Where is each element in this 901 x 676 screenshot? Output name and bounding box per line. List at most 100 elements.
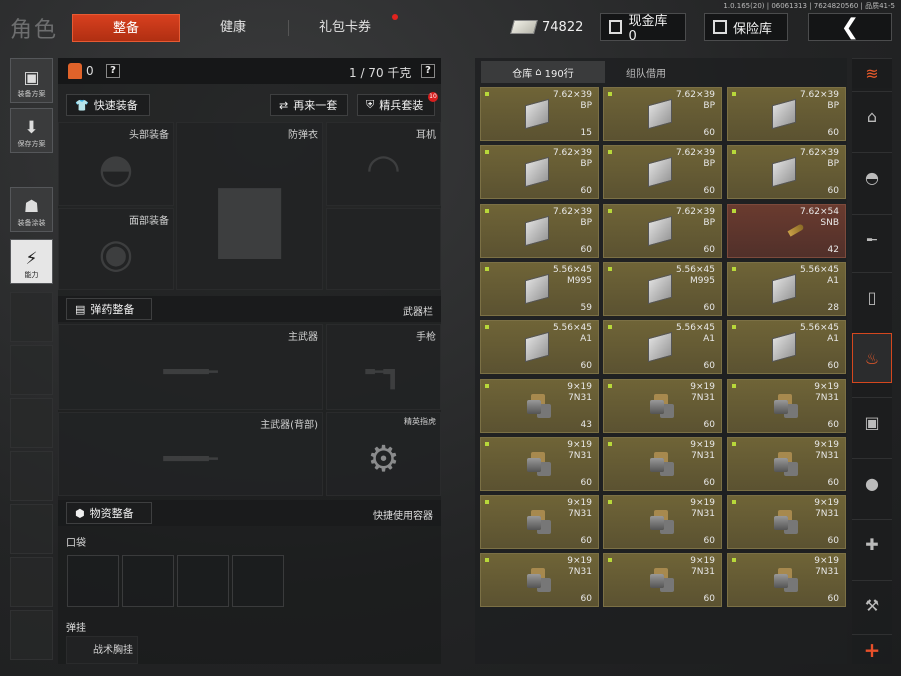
ammo-item[interactable]: 9×19 7N31 60 bbox=[727, 553, 846, 607]
ammo-count: 60 bbox=[827, 478, 839, 488]
armor-slot[interactable]: 防弹衣 ▆ bbox=[176, 122, 323, 290]
ammo-item[interactable]: 7.62×39 BP 60 bbox=[480, 204, 599, 258]
magazine-icon[interactable]: ▯ bbox=[852, 272, 892, 322]
home-icon[interactable]: ⌂ bbox=[852, 91, 892, 141]
ammo-item[interactable]: 7.62×39 BP 60 bbox=[480, 145, 599, 199]
quality-dot bbox=[485, 384, 489, 388]
ammo-item[interactable]: 7.62×39 BP 60 bbox=[603, 204, 722, 258]
ability-label: 能力 bbox=[24, 271, 39, 279]
help-icon[interactable]: ? bbox=[106, 64, 120, 78]
ammo-item[interactable]: 9×19 7N31 60 bbox=[727, 495, 846, 549]
stack-icon[interactable]: ≋ bbox=[852, 58, 892, 88]
safe-vault-button[interactable]: 保险库 bbox=[704, 13, 788, 41]
ammo-item[interactable]: 9×19 7N31 60 bbox=[603, 437, 722, 491]
primary-back-slot[interactable]: 主武器(背部) ━━╾ bbox=[58, 412, 323, 496]
supply-prepare-button[interactable]: ⬢ 物资整备 bbox=[66, 502, 152, 524]
ammo-item[interactable]: 5.56×45 M995 60 bbox=[603, 262, 722, 316]
rifle-icon: ━━╾ bbox=[163, 441, 218, 477]
help-icon[interactable]: ? bbox=[421, 64, 435, 78]
rifle-icon[interactable]: ╾ bbox=[852, 214, 892, 264]
tab-warehouse[interactable]: 仓库 ⌂ 190行 bbox=[481, 61, 605, 83]
back-button[interactable]: ❮ bbox=[808, 13, 892, 41]
fire-icon[interactable]: ♨ bbox=[852, 333, 892, 383]
ammo-count: 60 bbox=[580, 186, 592, 196]
quick-equip-button[interactable]: 👕 快速装备 bbox=[66, 94, 150, 116]
primary-weapon-slot[interactable]: 主武器 ━━╾ bbox=[58, 324, 323, 410]
head-slot[interactable]: 头部装备 ◓ bbox=[58, 122, 174, 206]
ammo-item[interactable]: 9×19 7N31 43 bbox=[480, 379, 599, 433]
ammo-count: 60 bbox=[580, 594, 592, 604]
ammo-count: 60 bbox=[580, 361, 592, 371]
ammo-item[interactable]: 9×19 7N31 60 bbox=[603, 553, 722, 607]
ammo-item[interactable]: 9×19 7N31 60 bbox=[603, 379, 722, 433]
ammo-prepare-button[interactable]: ▤ 弹药整备 bbox=[66, 298, 152, 320]
ammo-count: 60 bbox=[827, 186, 839, 196]
ammo-icon bbox=[774, 400, 788, 414]
ammo-item[interactable]: 9×19 7N31 60 bbox=[727, 379, 846, 433]
pocket-slot[interactable] bbox=[67, 555, 119, 607]
pocket-slot[interactable] bbox=[122, 555, 174, 607]
supply-icon: ⬢ bbox=[75, 506, 85, 520]
helmet-icon[interactable]: ◓ bbox=[852, 152, 892, 202]
ammo-item[interactable]: 9×19 7N31 60 bbox=[727, 437, 846, 491]
armor-icon[interactable]: ▣ bbox=[852, 397, 892, 447]
quality-dot bbox=[608, 150, 612, 154]
ammo-item[interactable]: 7.62×39 BP 15 bbox=[480, 87, 599, 141]
ammo-box-icon bbox=[648, 156, 672, 188]
currency-display: 74822 bbox=[510, 16, 584, 38]
tab-gift-coupons[interactable]: 礼包卡券 bbox=[300, 14, 390, 42]
ammo-item[interactable]: 7.62×54 SNB 42 bbox=[727, 204, 846, 258]
ammo-caliber: 5.56×45 M995 bbox=[552, 265, 592, 286]
melee-slot-label: 精英指虎 bbox=[404, 417, 436, 426]
ammo-item[interactable]: 9×19 7N31 60 bbox=[480, 495, 599, 549]
ammo-item[interactable]: 9×19 7N31 60 bbox=[603, 495, 722, 549]
ammo-item[interactable]: 5.56×45 A1 28 bbox=[727, 262, 846, 316]
medkit-icon[interactable]: ✚ bbox=[852, 519, 892, 569]
tab-prepare[interactable]: 整备 bbox=[72, 14, 180, 42]
add-icon[interactable]: + bbox=[852, 634, 892, 664]
face-slot[interactable]: 面部装备 ◉ bbox=[58, 208, 174, 290]
cash-vault-button[interactable]: 现金库 0 bbox=[600, 13, 686, 44]
ability-button[interactable]: ⚡ 能力 bbox=[10, 239, 53, 284]
ammo-caliber: 7.62×39 BP bbox=[675, 148, 715, 169]
tab-health[interactable]: 健康 bbox=[188, 14, 278, 42]
ammo-item[interactable]: 7.62×39 BP 60 bbox=[727, 145, 846, 199]
ammo-item[interactable]: 7.62×39 BP 60 bbox=[603, 87, 722, 141]
ammo-item[interactable]: 5.56×45 A1 60 bbox=[727, 320, 846, 374]
ear-slot[interactable]: 耳机 ◠ bbox=[326, 122, 441, 206]
melee-slot[interactable]: 精英指虎 ⚙ bbox=[326, 412, 441, 496]
tab-team-borrow[interactable]: 组队借用 bbox=[606, 61, 686, 83]
quality-dot bbox=[485, 442, 489, 446]
ammo-box-icon bbox=[648, 331, 672, 363]
pocket-slot[interactable] bbox=[232, 555, 284, 607]
ammo-item[interactable]: 5.56×45 A1 60 bbox=[480, 320, 599, 374]
warehouse-tab-label: 仓库 bbox=[512, 68, 533, 80]
ammo-item[interactable]: 9×19 7N31 60 bbox=[480, 437, 599, 491]
loadout-plan-button[interactable]: ▣ 装备方案 bbox=[10, 58, 53, 103]
ammo-icon bbox=[774, 574, 788, 588]
pocket-slot[interactable] bbox=[177, 555, 229, 607]
ammo-item[interactable]: 7.62×39 BP 60 bbox=[727, 87, 846, 141]
paint-button[interactable]: ☗ 装备涂装 bbox=[10, 187, 53, 232]
ammo-item[interactable]: 5.56×45 M995 59 bbox=[480, 262, 599, 316]
repeat-set-button[interactable]: ⇄ 再来一套 bbox=[270, 94, 348, 116]
save-plan-button[interactable]: ⬇ 保存方案 bbox=[10, 108, 53, 153]
ammo-caliber: 9×19 7N31 bbox=[814, 382, 839, 403]
left-empty-slot bbox=[10, 557, 53, 607]
quality-dot bbox=[732, 500, 736, 504]
grenade-icon[interactable]: ● bbox=[852, 458, 892, 508]
rig-item-label: 战术胸挂 bbox=[93, 645, 133, 656]
elite-set-button[interactable]: ⛨ 精兵套装 bbox=[357, 94, 435, 116]
ammo-box-icon bbox=[525, 331, 549, 363]
ammo-caliber: 9×19 7N31 bbox=[567, 382, 592, 403]
ammo-caliber: 9×19 7N31 bbox=[690, 440, 715, 461]
ammo-item[interactable]: 7.62×39 BP 60 bbox=[603, 145, 722, 199]
ammo-item[interactable]: 5.56×45 A1 60 bbox=[603, 320, 722, 374]
wrench-icon[interactable]: ⚒ bbox=[852, 580, 892, 630]
pistol-slot[interactable]: 手枪 ╾┓ bbox=[326, 324, 441, 410]
ammo-count: 15 bbox=[580, 128, 592, 138]
currency-amount: 74822 bbox=[542, 19, 584, 35]
ammo-count: 60 bbox=[827, 420, 839, 430]
ammo-item[interactable]: 9×19 7N31 60 bbox=[480, 553, 599, 607]
rig-slot[interactable]: 战术胸挂 bbox=[66, 636, 138, 664]
